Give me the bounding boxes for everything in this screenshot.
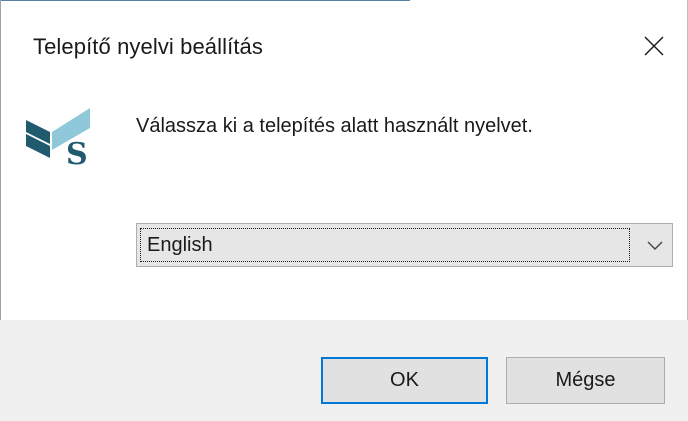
svg-text:S: S	[66, 137, 88, 170]
close-icon	[644, 36, 664, 56]
language-select-value: English	[140, 228, 630, 262]
language-dialog: Telepítő nyelvi beállítás S Válassza ki …	[0, 0, 688, 421]
instruction-text: Válassza ki a telepítés alatt használt n…	[136, 115, 533, 137]
language-select[interactable]: English	[136, 223, 673, 267]
ok-button[interactable]: OK	[321, 357, 488, 404]
app-logo-icon: S	[26, 108, 90, 170]
cancel-button[interactable]: Mégse	[506, 357, 665, 404]
dialog-title: Telepítő nyelvi beállítás	[33, 34, 263, 59]
close-button[interactable]	[634, 26, 674, 66]
chevron-down-icon	[647, 241, 663, 250]
window-border-top	[0, 0, 410, 1]
